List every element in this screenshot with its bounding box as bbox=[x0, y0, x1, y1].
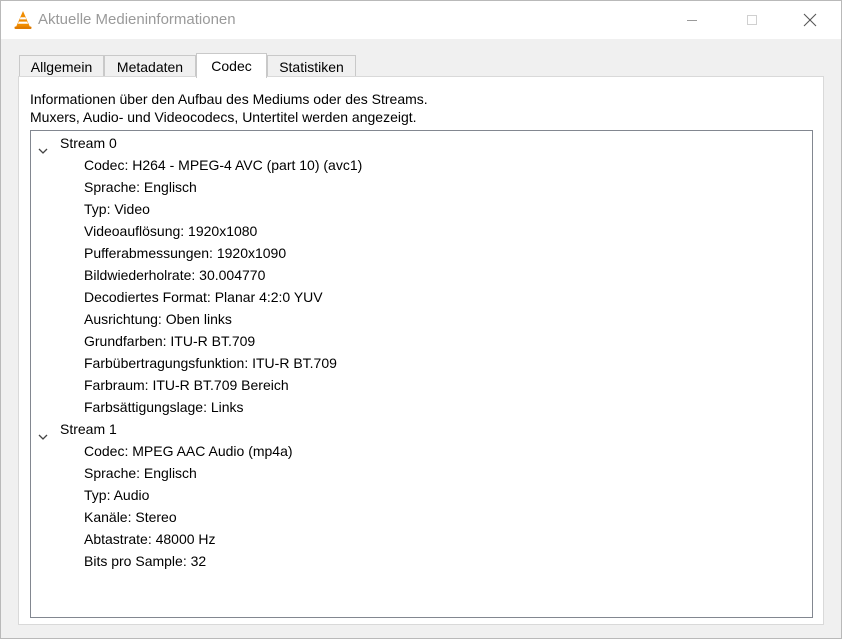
tree-item[interactable]: Farbraum: ITU-R BT.709 Bereich bbox=[31, 374, 812, 396]
tree-item[interactable]: Typ: Video bbox=[31, 198, 812, 220]
tab-codec[interactable]: Codec bbox=[196, 53, 267, 78]
tree-item[interactable]: Bildwiederholrate: 30.004770 bbox=[31, 264, 812, 286]
vlc-cone-icon bbox=[13, 10, 33, 30]
codec-info-text: Informationen über den Aufbau des Medium… bbox=[30, 90, 428, 126]
info-line: Muxers, Audio- und Videocodecs, Untertit… bbox=[30, 109, 417, 125]
tab-allgemein[interactable]: Allgemein bbox=[19, 55, 104, 77]
tree-item[interactable]: Ausrichtung: Oben links bbox=[31, 308, 812, 330]
tab-metadaten[interactable]: Metadaten bbox=[104, 55, 196, 77]
tree-item[interactable]: Bits pro Sample: 32 bbox=[31, 550, 812, 572]
window-title: Aktuelle Medieninformationen bbox=[38, 11, 236, 28]
stream-label: Stream 1 bbox=[60, 421, 117, 437]
codec-panel: Informationen über den Aufbau des Medium… bbox=[18, 76, 824, 625]
title-bar[interactable]: Aktuelle Medieninformationen bbox=[1, 1, 841, 39]
maximize-button[interactable] bbox=[729, 1, 775, 39]
minimize-icon bbox=[686, 14, 698, 26]
maximize-icon bbox=[746, 14, 758, 26]
tab-statistiken[interactable]: Statistiken bbox=[267, 55, 356, 77]
tree-item[interactable]: Codec: MPEG AAC Audio (mp4a) bbox=[31, 440, 812, 462]
chevron-down-icon[interactable] bbox=[38, 139, 48, 154]
close-button[interactable] bbox=[787, 1, 833, 39]
tree-item[interactable]: Sprache: Englisch bbox=[31, 462, 812, 484]
tree-stream-1[interactable]: Stream 1 bbox=[31, 418, 812, 440]
tree-item[interactable]: Decodiertes Format: Planar 4:2:0 YUV bbox=[31, 286, 812, 308]
tree-item[interactable]: Farbsättigungslage: Links bbox=[31, 396, 812, 418]
tree-item[interactable]: Codec: H264 - MPEG-4 AVC (part 10) (avc1… bbox=[31, 154, 812, 176]
media-info-window: Aktuelle Medieninformationen Allgemein M… bbox=[0, 0, 842, 639]
tree-item[interactable]: Farbübertragungsfunktion: ITU-R BT.709 bbox=[31, 352, 812, 374]
tree-item[interactable]: Videoauflösung: 1920x1080 bbox=[31, 220, 812, 242]
tree-item[interactable]: Grundfarben: ITU-R BT.709 bbox=[31, 330, 812, 352]
minimize-button[interactable] bbox=[669, 1, 715, 39]
tree-stream-0[interactable]: Stream 0 bbox=[31, 132, 812, 154]
chevron-down-icon[interactable] bbox=[38, 425, 48, 440]
stream-tree[interactable]: Stream 0 Codec: H264 - MPEG-4 AVC (part … bbox=[30, 130, 813, 618]
tree-item[interactable]: Abtastrate: 48000 Hz bbox=[31, 528, 812, 550]
close-icon bbox=[803, 13, 817, 27]
tree-item[interactable]: Typ: Audio bbox=[31, 484, 812, 506]
tree-item[interactable]: Kanäle: Stereo bbox=[31, 506, 812, 528]
info-line: Informationen über den Aufbau des Medium… bbox=[30, 91, 428, 107]
tree-item[interactable]: Pufferabmessungen: 1920x1090 bbox=[31, 242, 812, 264]
tree-item[interactable]: Sprache: Englisch bbox=[31, 176, 812, 198]
stream-label: Stream 0 bbox=[60, 135, 117, 151]
